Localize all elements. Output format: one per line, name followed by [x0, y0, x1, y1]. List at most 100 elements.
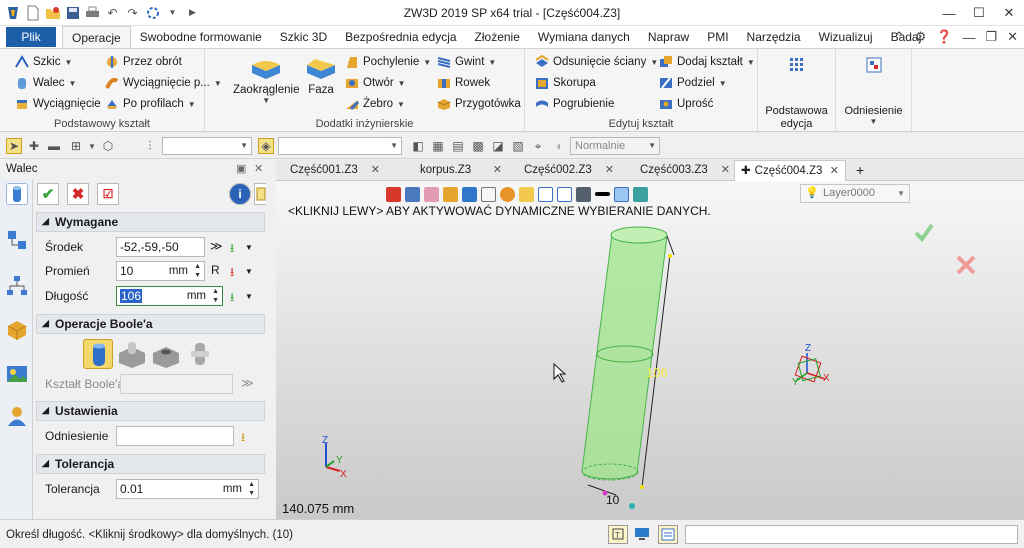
collapse-caret-icon[interactable]: ◢ — [42, 216, 49, 227]
group-basic-edit[interactable]: Podstawowa edycja▼ — [758, 49, 836, 142]
revolve-button[interactable]: Przez obrót — [105, 55, 182, 69]
new-tab-button[interactable]: + — [848, 160, 868, 181]
doc-restore-icon[interactable]: ❐ — [985, 29, 997, 45]
graphics-viewport[interactable]: 💡 Layer0000 ▼ <KLIKNIJ LEWY> ABY AKTYWOW… — [276, 181, 1024, 519]
section-settings[interactable]: ◢ Ustawienia — [36, 401, 265, 421]
help-icon[interactable]: ❓ — [936, 29, 952, 45]
radius-input[interactable]: 10 mm ▲ ▼ — [116, 261, 205, 281]
tab-freeform[interactable]: Swobodne formowanie — [131, 26, 271, 49]
status-monitor-icon[interactable] — [633, 525, 653, 544]
length-pick-dropdown-icon[interactable]: ▼ — [245, 292, 253, 301]
collapse-caret-icon[interactable]: ◢ — [42, 318, 49, 329]
status-toggle-3[interactable] — [658, 525, 678, 544]
length-input[interactable]: 106 mm ▲ ▼ — [116, 286, 223, 306]
ok-button[interactable]: ✔ — [37, 183, 59, 205]
render-mode-combo[interactable]: Normalnie ▼ — [570, 137, 660, 155]
tab-visualize[interactable]: Wizualizuj — [810, 26, 882, 49]
hole-button[interactable]: Otwór ▼ — [345, 76, 406, 90]
reference-pick-icon[interactable]: ⭳ — [241, 428, 245, 449]
close-tab-icon[interactable]: ✕ — [605, 160, 614, 181]
loft-button[interactable]: Po profilach ▼ — [105, 97, 196, 111]
doc-tab-2[interactable]: korpus.Z3 ✕ — [412, 160, 508, 181]
close-tab-icon[interactable]: ✕ — [371, 160, 380, 181]
select-curve-icon[interactable]: ◪ — [490, 138, 506, 154]
pick-icon[interactable]: ⌖ — [530, 138, 546, 154]
cylinder-button[interactable]: Walec ▼ — [15, 76, 76, 90]
reference-input[interactable] — [116, 426, 234, 446]
section-required[interactable]: ◢ Wymagane — [36, 212, 265, 232]
select-face-icon[interactable]: ◧ — [410, 138, 426, 154]
part-filter-icon[interactable]: ◈ — [258, 138, 274, 154]
length-spinner-icon[interactable]: ▲ ▼ — [212, 287, 219, 305]
add-shape-button[interactable]: Dodaj kształt ▼ — [659, 55, 755, 69]
select-group-icon[interactable]: ▧ — [510, 138, 526, 154]
fillet-button[interactable]: Zaokrąglenie ▼ — [233, 55, 299, 105]
boolean-remove-button[interactable] — [151, 339, 181, 369]
maximize-button[interactable]: ☐ — [964, 0, 994, 26]
thread-button[interactable]: Gwint ▼ — [437, 55, 496, 69]
rib-button[interactable]: Żebro ▼ — [345, 97, 405, 111]
doc-tab-1[interactable]: Część001.Z3 ✕ — [282, 160, 386, 181]
doc-minimize-icon[interactable]: — — [962, 30, 975, 45]
plus-icon[interactable]: ✚ — [26, 138, 42, 154]
center-pick-dropdown-icon[interactable]: ▼ — [245, 243, 253, 252]
groove-button[interactable]: Rowek — [437, 76, 490, 90]
center-input[interactable]: -52,-59,-50 — [116, 237, 205, 257]
select-point-icon[interactable]: ▤ — [450, 138, 466, 154]
feature-filter-icon[interactable]: ⫶ — [142, 138, 158, 154]
filter-combo[interactable]: ▼ — [162, 137, 252, 155]
tab-operations[interactable]: Operacje — [62, 26, 131, 49]
sidebar-user-icon[interactable] — [6, 405, 28, 427]
length-dimension-label[interactable]: 106 — [646, 365, 668, 380]
tab-pmi[interactable]: PMI — [698, 26, 737, 49]
part-filter-combo[interactable]: ▼ — [278, 137, 402, 155]
tolerance-input[interactable]: 0.01 mm ▲ ▼ — [116, 479, 259, 499]
close-tab-icon[interactable]: ✕ — [721, 160, 730, 181]
local-triad[interactable]: Z X Y — [792, 343, 830, 388]
radius-pick-icon[interactable]: ⭳ — [230, 263, 234, 284]
tab-sketch-3d[interactable]: Szkic 3D — [271, 26, 336, 49]
minimize-button[interactable]: — — [934, 0, 964, 26]
stock-button[interactable]: Przygotówka — [437, 97, 521, 111]
sidebar-view-icon[interactable] — [6, 319, 28, 341]
collapse-caret-icon[interactable]: ◢ — [42, 458, 49, 469]
expand-chevron-icon[interactable]: ≫ — [210, 239, 223, 253]
close-tab-icon[interactable]: ✕ — [493, 160, 502, 181]
collapse-ribbon-icon[interactable]: ⌃ — [894, 29, 905, 45]
tab-tools[interactable]: Narzędzia — [738, 26, 810, 49]
doc-tab-3[interactable]: Część002.Z3 ✕ — [516, 160, 620, 181]
sidebar-visual-icon[interactable] — [6, 363, 28, 385]
cancel-button[interactable]: ✖ — [67, 183, 89, 205]
radius-dimension-label[interactable]: 10 — [606, 493, 620, 507]
tab-data-exchange[interactable]: Wymiana danych — [529, 26, 639, 49]
section-boolean[interactable]: ◢ Operacje Boole'a — [36, 314, 265, 334]
filter-dropdown-icon[interactable]: ▼ — [84, 138, 100, 154]
select-body-icon[interactable]: ▩ — [470, 138, 486, 154]
panel-close-icon[interactable]: ✕ — [254, 162, 263, 175]
boolean-add-button[interactable] — [117, 339, 147, 369]
command-input[interactable] — [685, 525, 1018, 544]
boolean-intersect-button[interactable] — [185, 339, 215, 369]
tab-repair[interactable]: Napraw — [639, 26, 698, 49]
boolean-base-button[interactable] — [83, 339, 113, 369]
extrude-button[interactable]: Wyciągnięcie — [15, 97, 101, 111]
simplify-button[interactable]: Uprość — [659, 97, 713, 111]
viewport-ok-icon[interactable] — [914, 223, 934, 243]
panel-extra-button[interactable] — [254, 183, 266, 205]
cylinder-preview[interactable] — [581, 226, 668, 481]
pointer-icon[interactable]: ➤ — [6, 138, 22, 154]
select-edge-icon[interactable]: ▦ — [430, 138, 446, 154]
doc-tab-4[interactable]: Część003.Z3 ✕ — [632, 160, 736, 181]
status-toggle-1[interactable]: T — [608, 525, 628, 544]
sidebar-tree-icon[interactable] — [6, 275, 28, 297]
tab-direct-edit[interactable]: Bezpośrednia edycja — [336, 26, 465, 49]
tab-assembly[interactable]: Złożenie — [466, 26, 529, 49]
split-button[interactable]: Podziel ▼ — [659, 76, 727, 90]
polygon-select-icon[interactable]: ⬡ — [100, 138, 116, 154]
close-button[interactable]: ✕ — [994, 0, 1024, 26]
group-reference[interactable]: Odniesienie ▼ — [836, 49, 912, 133]
offset-face-button[interactable]: Odsunięcie ściany ▼ — [535, 55, 658, 69]
sidebar-feature-icon[interactable] — [6, 183, 28, 205]
viewport-cancel-icon[interactable] — [956, 255, 976, 275]
close-tab-icon[interactable]: ✕ — [830, 161, 839, 182]
